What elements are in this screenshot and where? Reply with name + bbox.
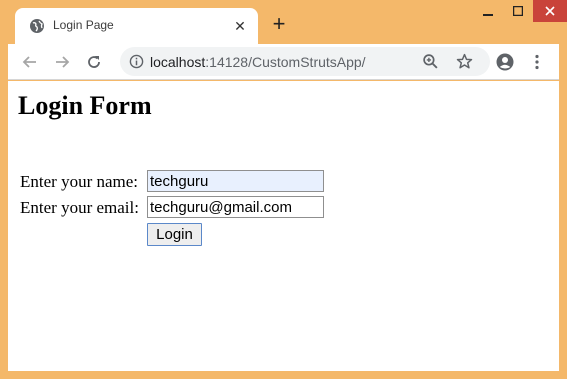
account-icon: [496, 53, 514, 71]
name-input[interactable]: [147, 170, 324, 192]
maximize-button[interactable]: [503, 0, 533, 22]
tab-close-icon[interactable]: ✕: [230, 16, 250, 36]
window-close-button[interactable]: [533, 0, 567, 22]
new-tab-button[interactable]: +: [268, 13, 290, 36]
bookmark-star-icon[interactable]: [456, 53, 473, 70]
name-label: Enter your name:: [20, 172, 139, 191]
minimize-button[interactable]: [473, 0, 503, 22]
url-host: localhost: [150, 54, 206, 70]
reload-icon: [88, 56, 100, 68]
browser-tab[interactable]: Login Page ✕: [15, 8, 258, 44]
url-text: localhost:14128/CustomStrutsApp/: [150, 54, 366, 70]
email-input[interactable]: [147, 196, 324, 218]
forward-button[interactable]: [52, 52, 72, 72]
browser-window: Login Page ✕ + localhost:14128/CustomStr…: [0, 0, 567, 379]
menu-button[interactable]: [527, 52, 547, 72]
email-label: Enter your email:: [20, 198, 139, 217]
page-title: Login Form: [18, 91, 152, 120]
minimize-icon: [483, 14, 493, 16]
login-button[interactable]: Login: [147, 223, 202, 246]
tab-title: Login Page: [53, 18, 114, 32]
zoom-icon[interactable]: [422, 53, 439, 70]
profile-button[interactable]: [495, 52, 515, 72]
page-content: Login Form Enter your name: Enter your e…: [8, 81, 559, 371]
window-controls: [473, 0, 567, 22]
back-button[interactable]: [20, 52, 40, 72]
reload-button[interactable]: [84, 52, 104, 72]
forward-arrow-icon: [56, 56, 70, 68]
globe-icon: [30, 19, 44, 33]
maximize-icon: [513, 6, 523, 16]
browser-toolbar: localhost:14128/CustomStrutsApp/: [8, 44, 559, 80]
url-path: :14128/CustomStrutsApp/: [205, 54, 366, 70]
window-close-icon: [545, 6, 555, 16]
info-icon[interactable]: [129, 54, 144, 69]
back-arrow-icon: [22, 56, 36, 68]
address-bar[interactable]: localhost:14128/CustomStrutsApp/: [120, 47, 490, 76]
more-vert-icon: [535, 54, 539, 70]
